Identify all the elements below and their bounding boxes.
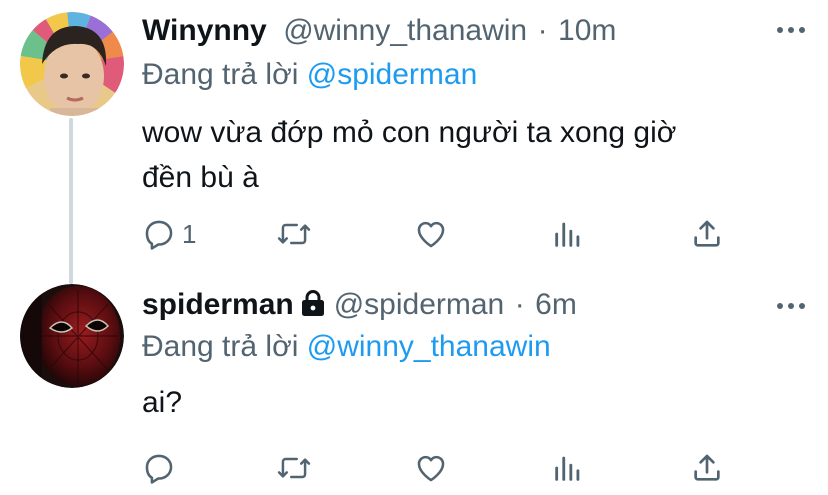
share-button[interactable] <box>690 448 724 488</box>
reply-tweet[interactable]: Winynny @winny_thanawin · 10m Đang trả l… <box>0 0 828 270</box>
replying-to: Đang trả lời @spiderman <box>142 58 477 92</box>
more-options-button[interactable] <box>776 22 806 40</box>
separator-dot: · <box>537 14 548 47</box>
like-icon <box>414 217 448 251</box>
analytics-icon <box>552 217 584 251</box>
retweet-button[interactable] <box>276 214 312 254</box>
like-icon <box>414 451 448 485</box>
reply-icon <box>142 217 176 251</box>
tweet-text: ai? <box>142 380 808 425</box>
like-button[interactable] <box>414 448 448 488</box>
lock-icon <box>300 289 326 322</box>
analytics-button[interactable] <box>552 214 584 254</box>
reply-button[interactable] <box>142 448 176 488</box>
user-handle[interactable]: @winny_thanawin <box>283 14 527 47</box>
more-icon <box>776 22 806 39</box>
like-button[interactable] <box>414 214 448 254</box>
reply-tweet[interactable]: spiderman @spiderman · 6m Đang trả lời @w… <box>0 278 828 495</box>
separator-dot: · <box>514 288 525 321</box>
tweet-text-line: đền bù à <box>142 161 259 194</box>
analytics-button[interactable] <box>552 448 584 488</box>
share-icon <box>690 217 724 251</box>
tweet-header: Winynny @winny_thanawin · 10m <box>142 14 616 54</box>
retweet-icon <box>276 217 312 251</box>
tweet-text: wow vừa đớp mỏ con người ta xong giờ đền… <box>142 110 808 200</box>
tweet-actions: 1 <box>142 214 808 254</box>
more-options-button[interactable] <box>776 298 806 316</box>
reply-icon <box>142 451 176 485</box>
more-icon <box>776 298 806 315</box>
avatar[interactable] <box>20 12 124 116</box>
timestamp[interactable]: 6m <box>535 288 577 321</box>
avatar[interactable] <box>20 284 124 388</box>
retweet-icon <box>276 451 312 485</box>
analytics-icon <box>552 451 584 485</box>
reply-button[interactable]: 1 <box>142 214 196 254</box>
timestamp[interactable]: 10m <box>558 14 616 47</box>
tweet-actions <box>142 448 808 488</box>
display-name[interactable]: spiderman <box>142 288 294 321</box>
mention-link[interactable]: @winny_thanawin <box>307 330 551 363</box>
replying-to-label: Đang trả lời <box>142 58 299 91</box>
tweet-text-line: wow vừa đớp mỏ con người ta xong giờ <box>142 116 677 149</box>
tweet-header: spiderman @spiderman · 6m <box>142 288 577 328</box>
replying-to: Đang trả lời @winny_thanawin <box>142 330 551 364</box>
reply-count: 1 <box>182 218 197 249</box>
share-icon <box>690 451 724 485</box>
replying-to-label: Đang trả lời <box>142 330 299 363</box>
share-button[interactable] <box>690 214 724 254</box>
user-handle[interactable]: @spiderman <box>334 288 505 321</box>
tweet-text-line: ai? <box>142 386 183 419</box>
display-name[interactable]: Winynny <box>142 14 267 47</box>
mention-link[interactable]: @spiderman <box>307 58 478 91</box>
retweet-button[interactable] <box>276 448 312 488</box>
